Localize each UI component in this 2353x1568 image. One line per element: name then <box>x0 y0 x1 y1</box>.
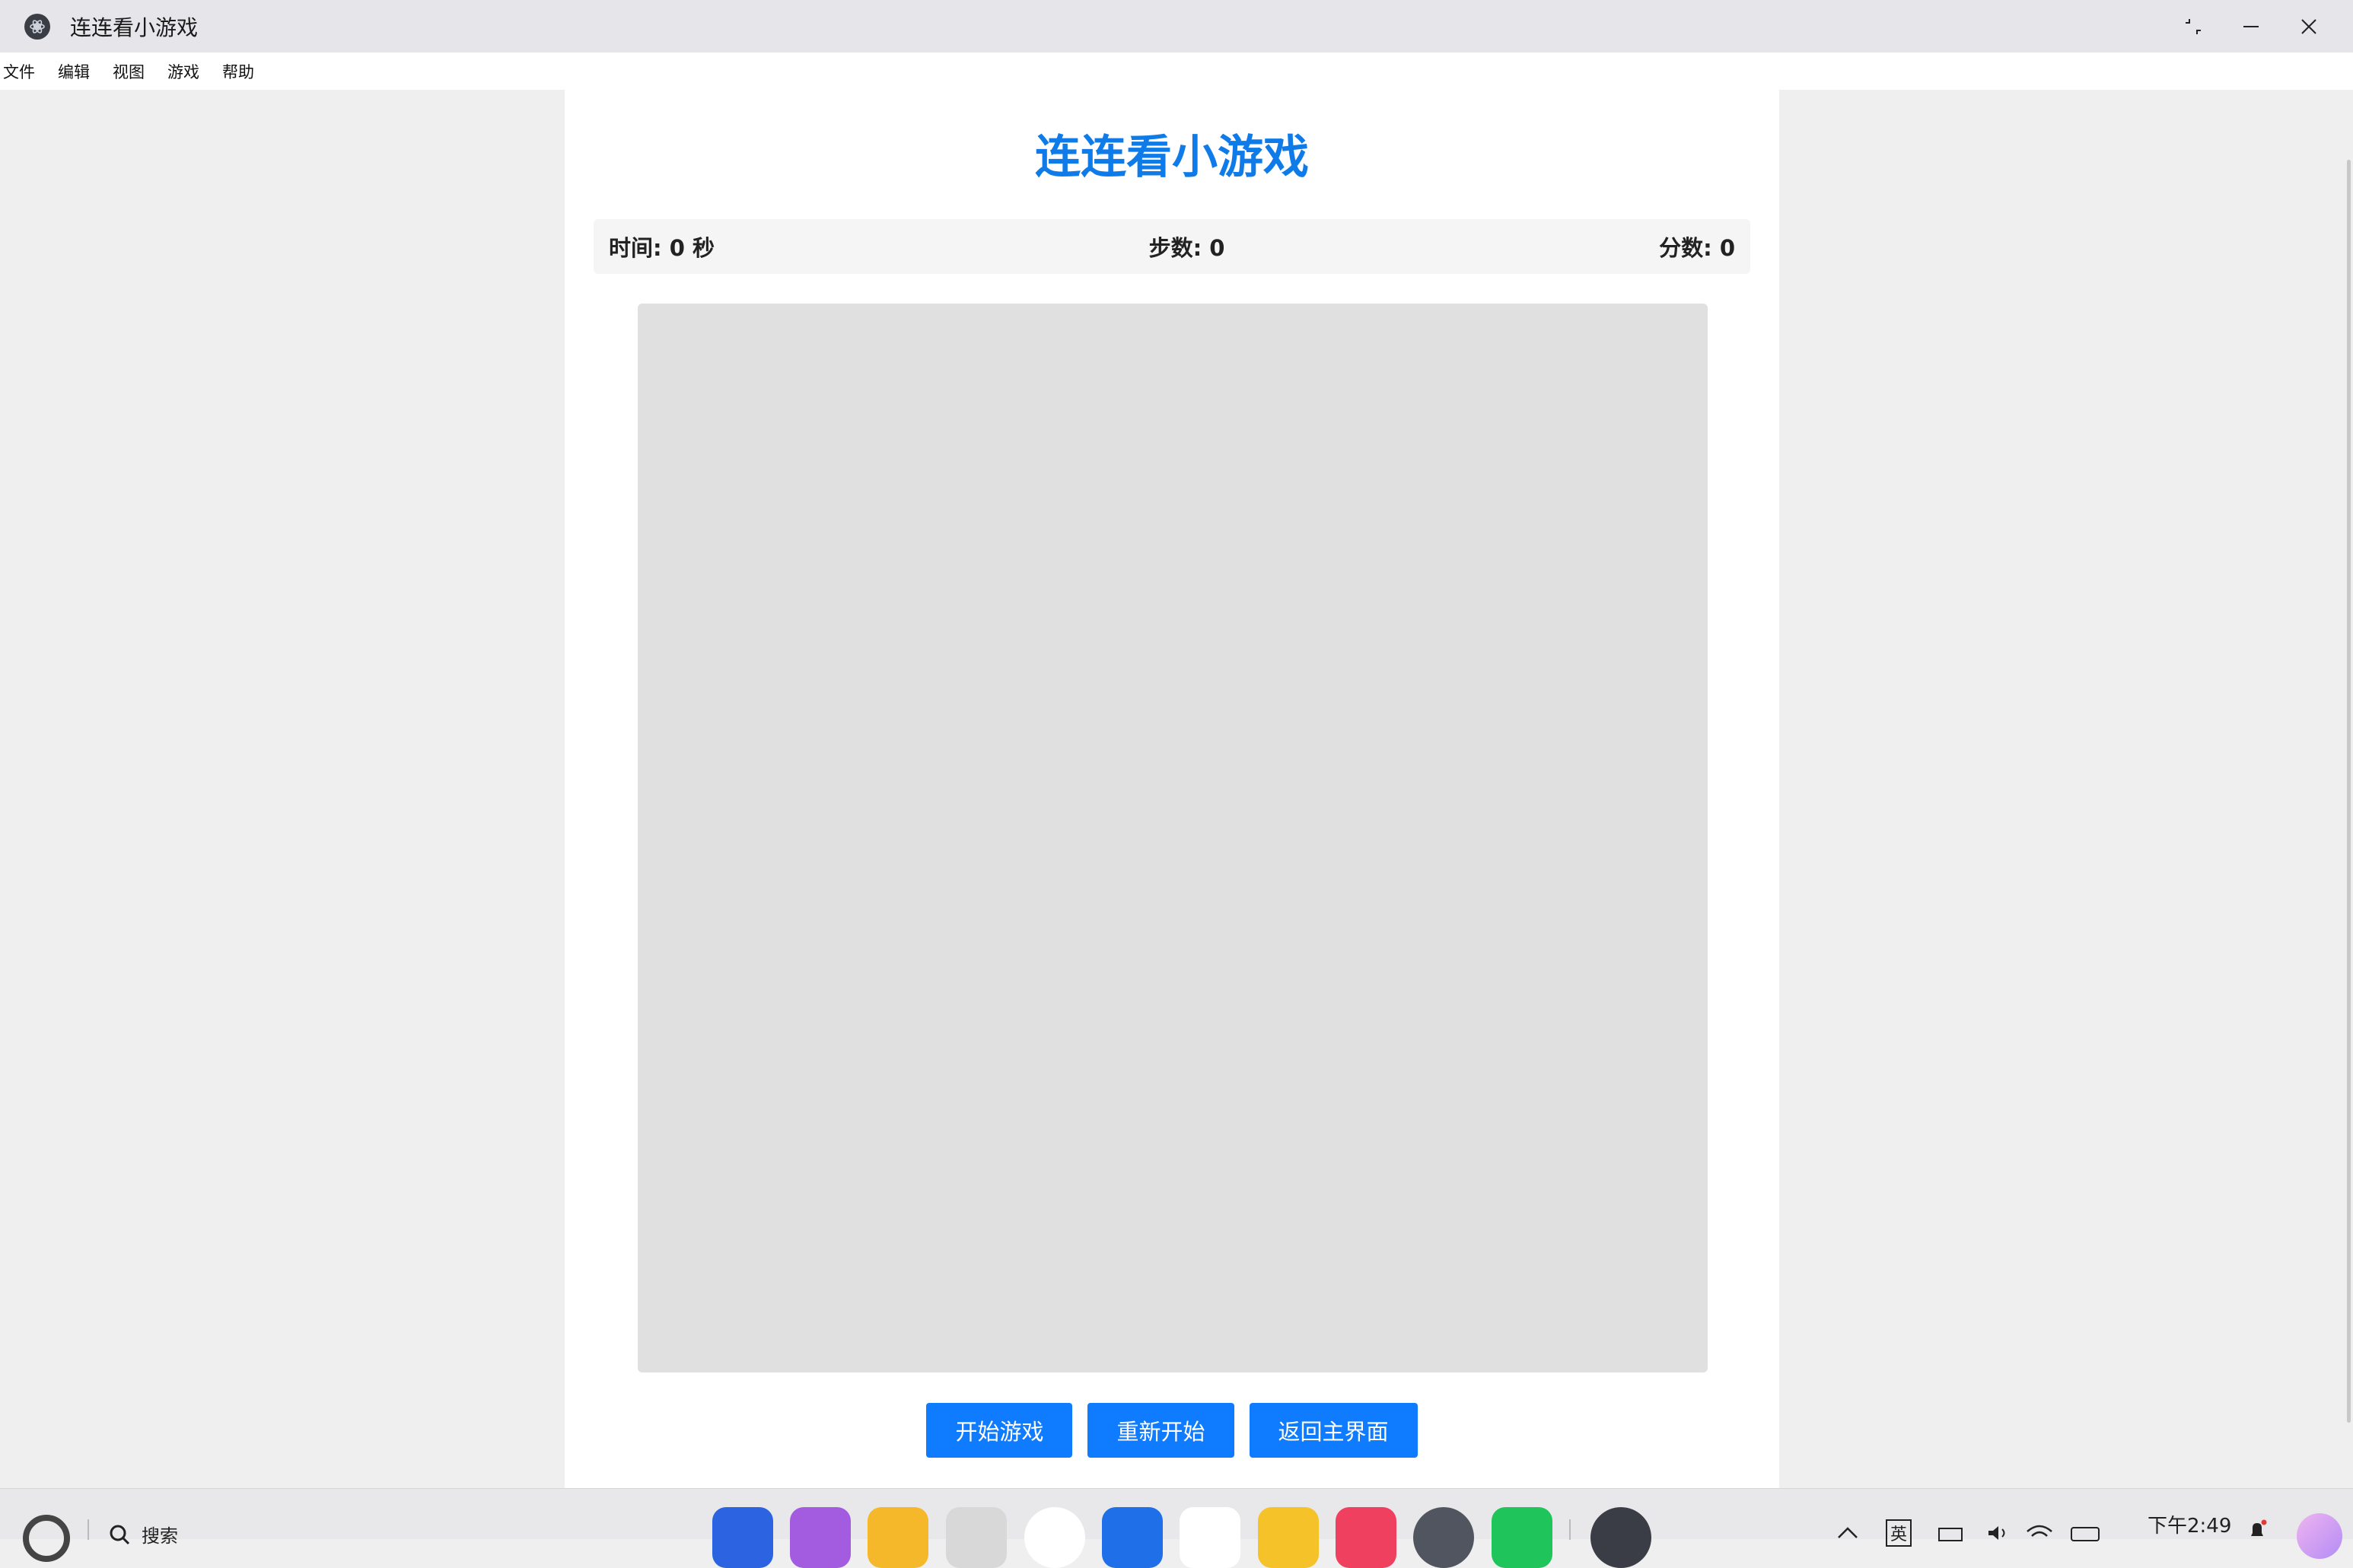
window-controls <box>2164 0 2338 52</box>
window-title: 连连看小游戏 <box>70 14 199 40</box>
dock-store-icon[interactable] <box>1336 1507 1396 1568</box>
dock-electron-app-icon[interactable] <box>1590 1507 1651 1568</box>
system-tray: 英 <box>1836 1519 2103 1547</box>
wifi-icon[interactable] <box>2024 1524 2055 1542</box>
button-row: 开始游戏 重新开始 返回主界面 <box>565 1403 1779 1458</box>
app-icon <box>24 13 50 40</box>
taskbar-divider <box>1569 1519 1571 1540</box>
taskbar-divider <box>88 1519 89 1540</box>
dock-mail-icon[interactable] <box>1102 1507 1163 1568</box>
assistant-icon[interactable] <box>2297 1513 2342 1559</box>
dock-notes-icon[interactable] <box>790 1507 851 1568</box>
game-container: 连连看小游戏 时间: 0 秒 步数: 0 分数: 0 开始游戏 重新开始 返回主… <box>565 90 1779 1488</box>
score-display: 分数: 0 <box>1659 235 1735 261</box>
dock-photos-icon[interactable] <box>1180 1507 1240 1568</box>
back-home-button[interactable]: 返回主界面 <box>1249 1403 1418 1458</box>
dock-wechat-icon[interactable] <box>1492 1507 1552 1568</box>
dock-files-icon[interactable] <box>868 1507 928 1568</box>
menu-edit[interactable]: 编辑 <box>58 60 90 83</box>
taskbar-search[interactable]: 搜索 <box>108 1521 178 1547</box>
dock-browser-icon[interactable] <box>1024 1507 1085 1568</box>
volume-icon[interactable] <box>1986 1524 2012 1542</box>
menu-bar: 文件 编辑 视图 游戏 帮助 <box>0 52 2353 90</box>
steps-display: 步数: 0 <box>1148 235 1225 261</box>
dock-trash-icon[interactable] <box>946 1507 1007 1568</box>
dock-calendar-icon[interactable] <box>1258 1507 1319 1568</box>
start-game-button[interactable]: 开始游戏 <box>926 1403 1073 1458</box>
minimize-icon <box>2243 25 2259 27</box>
menu-view[interactable]: 视图 <box>113 60 145 83</box>
close-button[interactable] <box>2280 0 2338 52</box>
dock-settings-icon[interactable] <box>1413 1507 1474 1568</box>
menu-help[interactable]: 帮助 <box>222 60 254 83</box>
battery-icon[interactable] <box>2070 1524 2103 1542</box>
dock-app-launcher-icon[interactable] <box>712 1507 773 1568</box>
menu-file[interactable]: 文件 <box>3 60 35 83</box>
start-button[interactable] <box>23 1515 70 1562</box>
search-icon <box>110 1525 130 1544</box>
vertical-scrollbar[interactable] <box>2347 160 2351 1423</box>
title-bar: 连连看小游戏 <box>0 0 2353 52</box>
game-board[interactable] <box>638 304 1708 1372</box>
game-title: 连连看小游戏 <box>1035 131 1309 184</box>
close-icon <box>2301 18 2316 34</box>
minimize-button[interactable] <box>2222 0 2280 52</box>
notification-bell-icon[interactable] <box>2246 1519 2268 1541</box>
chevron-up-icon[interactable] <box>1836 1524 1860 1542</box>
menu-game[interactable]: 游戏 <box>167 60 199 83</box>
restore-icon <box>2186 18 2201 34</box>
stats-bar: 时间: 0 秒 步数: 0 分数: 0 <box>594 219 1750 274</box>
restart-button[interactable]: 重新开始 <box>1087 1403 1234 1458</box>
taskbar-clock[interactable]: 下午2:49 <box>2148 1510 2231 1538</box>
ime-indicator[interactable]: 英 <box>1886 1519 1912 1547</box>
keyboard-icon[interactable] <box>1937 1524 1963 1542</box>
taskbar: 搜索 英 下午2:49 <box>0 1488 2353 1568</box>
time-display: 时间: 0 秒 <box>609 235 715 261</box>
search-label: 搜索 <box>142 1525 178 1547</box>
restore-button[interactable] <box>2164 0 2222 52</box>
